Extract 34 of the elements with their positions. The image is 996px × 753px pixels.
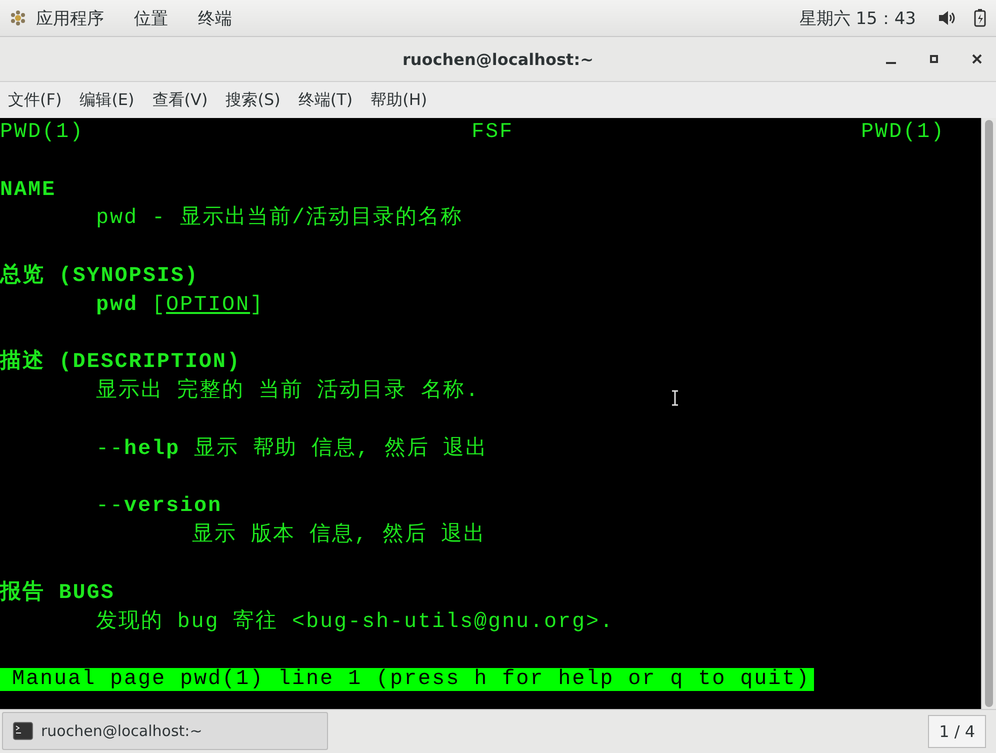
apps-icon[interactable] [10,10,26,26]
workspace-indicator[interactable]: 1 / 4 [928,714,986,748]
menu-item[interactable]: 搜索(S) [226,90,280,110]
maximize-icon[interactable] [930,55,938,63]
battery-icon[interactable] [974,9,986,27]
panel-menu[interactable]: 终端 [198,6,232,30]
menu-item[interactable]: 终端(T) [298,90,353,110]
man-header: PWD(1) [860,120,945,146]
man-text: --version [96,495,222,518]
section-heading: NAME [0,178,56,202]
scrollbar-thumb[interactable] [985,120,993,707]
man-text: 显示出 完整的 当前 活动目录 名称. [96,380,480,404]
man-text: --help 显示 帮助 信息, 然后 退出 [96,438,488,461]
volume-icon[interactable] [938,10,956,26]
man-text: pwd [OPTION] [96,294,264,317]
scrollbar[interactable] [981,118,996,709]
clock[interactable]: 星期六 15：43 [799,6,916,30]
menu-item[interactable]: 文件(F) [8,90,62,110]
window-title: ruochen@localhost:~ [402,50,594,68]
man-text: 发现的 bug 寄往 <bug-sh-utils@gnu.org>. [96,610,614,634]
man-text: pwd - 显示出当前/活动目录的名称 [96,207,463,230]
man-header: PWD(1) [0,120,84,146]
man-header: FSF [471,120,514,146]
menu-item[interactable]: 编辑(E) [80,90,134,110]
panel-menu[interactable]: 应用程序 [36,6,104,30]
pager-status: Manual page pwd(1) line 1 (press h for help or q to quit) [0,668,814,692]
close-icon[interactable] [972,54,982,64]
panel-menu[interactable]: 位置 [134,6,168,30]
man-text: 显示 版本 信息, 然后 退出 [192,524,486,548]
terminal-icon [13,722,33,740]
taskbar-window-button[interactable]: ruochen@localhost:~ [2,712,328,750]
menu-item[interactable]: 帮助(H) [370,90,428,110]
menu-item[interactable]: 查看(V) [152,90,208,110]
text-cursor-icon [671,390,679,406]
